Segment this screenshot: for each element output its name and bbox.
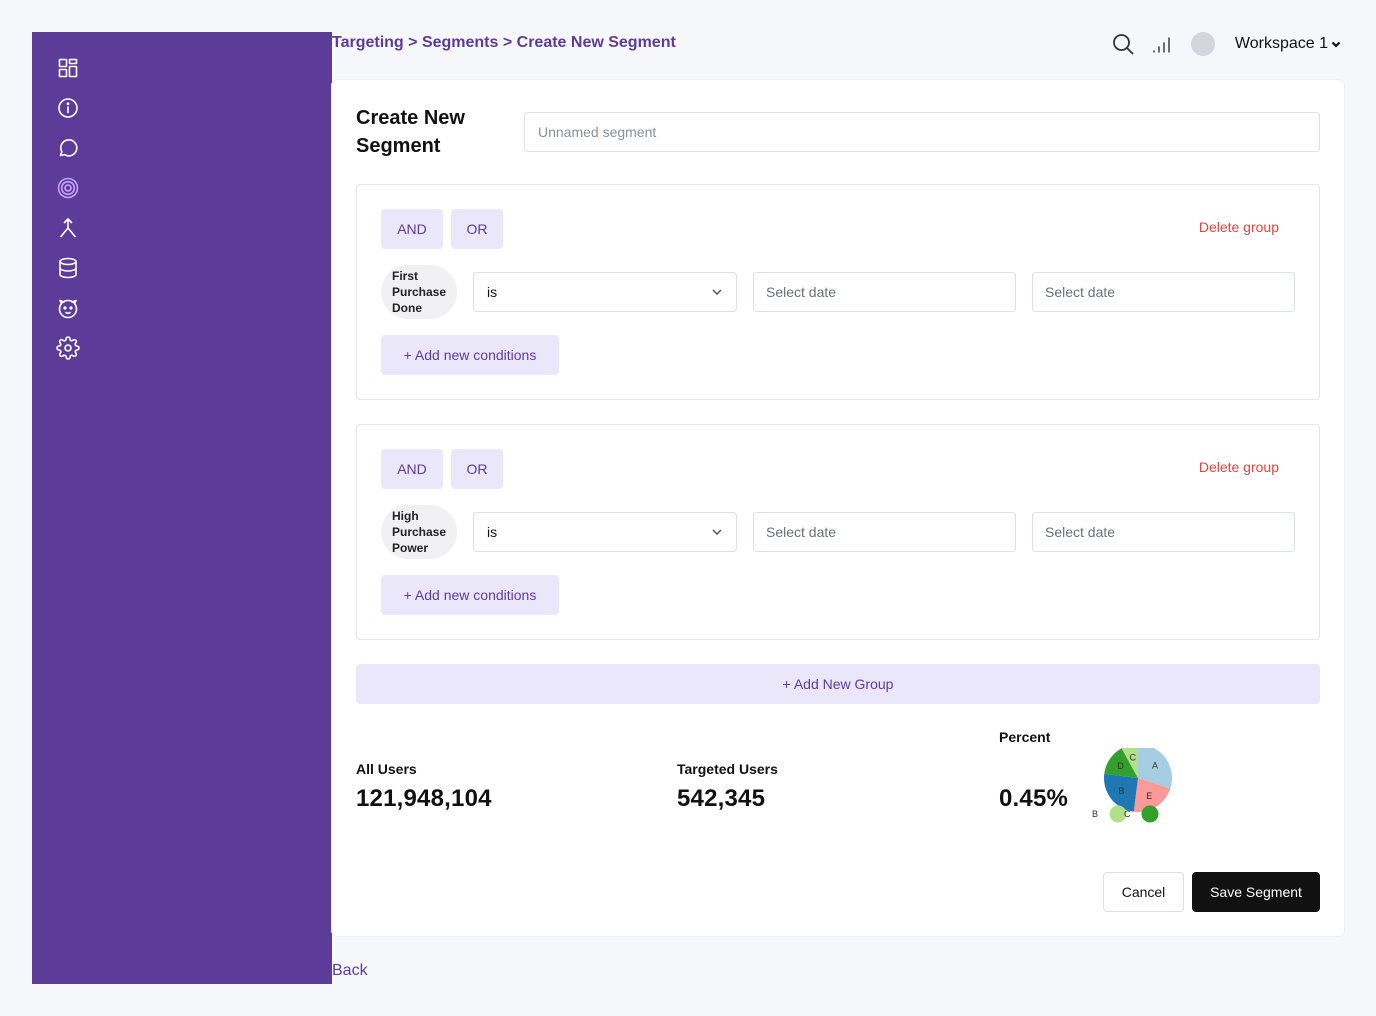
topbar: Workspace 1	[1111, 30, 1342, 58]
chevron-down-icon	[712, 289, 722, 296]
target-icon[interactable]	[55, 175, 81, 201]
info-icon[interactable]	[55, 95, 81, 121]
date-from-input[interactable]	[753, 512, 1016, 552]
and-button[interactable]: AND	[381, 209, 443, 249]
add-group-button[interactable]: + Add New Group	[356, 664, 1320, 704]
all-users-label: All Users	[356, 761, 417, 777]
breadcrumb-current: Create New Segment	[516, 34, 676, 51]
gear-icon[interactable]	[55, 335, 81, 361]
legend-marker	[1141, 805, 1159, 823]
legend-label: B	[1092, 809, 1098, 819]
operator-value: is	[487, 524, 498, 540]
page-title: Create New Segment	[356, 107, 465, 157]
pie-slice-label: A	[1152, 761, 1158, 771]
chevron-down-icon	[712, 529, 722, 536]
breadcrumb-segments[interactable]: Segments	[422, 34, 498, 51]
add-condition-button[interactable]: + Add new conditions	[381, 335, 559, 375]
workspace-selector[interactable]: Workspace 1	[1235, 35, 1342, 53]
percent-label: Percent	[999, 729, 1051, 745]
operator-value: is	[487, 284, 498, 300]
and-button[interactable]: AND	[381, 449, 443, 489]
delete-group-button[interactable]: Delete group	[1199, 459, 1279, 475]
targeted-users-value: 542,345	[677, 785, 766, 812]
chevron-down-icon	[1331, 41, 1341, 48]
pie-slice-label: E	[1146, 791, 1152, 801]
workspace-label: Workspace 1	[1234, 35, 1328, 52]
condition-group: AND OR Delete group High Purchase Power …	[356, 424, 1320, 640]
signal-icon	[1153, 37, 1170, 53]
pie-slice-label: B	[1118, 786, 1124, 796]
mascot-icon[interactable]	[55, 295, 81, 321]
database-icon[interactable]	[55, 255, 81, 281]
breadcrumb: Targeting > Segments > Create New Segmen…	[332, 34, 676, 52]
back-link[interactable]: Back	[332, 962, 368, 980]
breadcrumb-targeting[interactable]: Targeting	[332, 34, 404, 51]
avatar[interactable]	[1190, 32, 1215, 56]
search-icon[interactable]	[1111, 32, 1135, 56]
split-icon[interactable]	[55, 215, 81, 241]
all-users-value: 121,948,104	[356, 785, 492, 812]
percent-pie-chart: AEBDCB C	[1092, 748, 1172, 823]
sidebar	[32, 32, 332, 984]
attribute-pill: High Purchase Power	[381, 505, 457, 559]
operator-select[interactable]: is	[473, 272, 737, 312]
date-to-input[interactable]	[1032, 272, 1295, 312]
legend-label: C	[1124, 809, 1131, 819]
operator-select[interactable]: is	[473, 512, 737, 552]
delete-group-button[interactable]: Delete group	[1199, 219, 1279, 235]
breadcrumb-separator: >	[403, 34, 422, 51]
pie-slice-label: D	[1117, 761, 1124, 771]
date-from-input[interactable]	[753, 272, 1016, 312]
chat-icon[interactable]	[55, 135, 81, 161]
breadcrumb-separator: >	[498, 34, 517, 51]
add-condition-button[interactable]: + Add new conditions	[381, 575, 559, 615]
percent-value: 0.45%	[999, 785, 1069, 812]
segment-name-input[interactable]	[524, 112, 1320, 152]
segment-form-card: Create New Segment AND OR Delete group F…	[332, 80, 1344, 936]
attribute-pill: First Purchase Done	[381, 265, 457, 319]
or-button[interactable]: OR	[451, 209, 503, 249]
condition-group: AND OR Delete group First Purchase Done …	[356, 184, 1320, 400]
dashboard-icon[interactable]	[55, 55, 81, 81]
save-segment-button[interactable]: Save Segment	[1192, 872, 1320, 912]
cancel-button[interactable]: Cancel	[1103, 872, 1184, 912]
or-button[interactable]: OR	[451, 449, 503, 489]
targeted-users-label: Targeted Users	[677, 761, 778, 777]
date-to-input[interactable]	[1032, 512, 1295, 552]
pie-slice-label: C	[1130, 753, 1137, 763]
